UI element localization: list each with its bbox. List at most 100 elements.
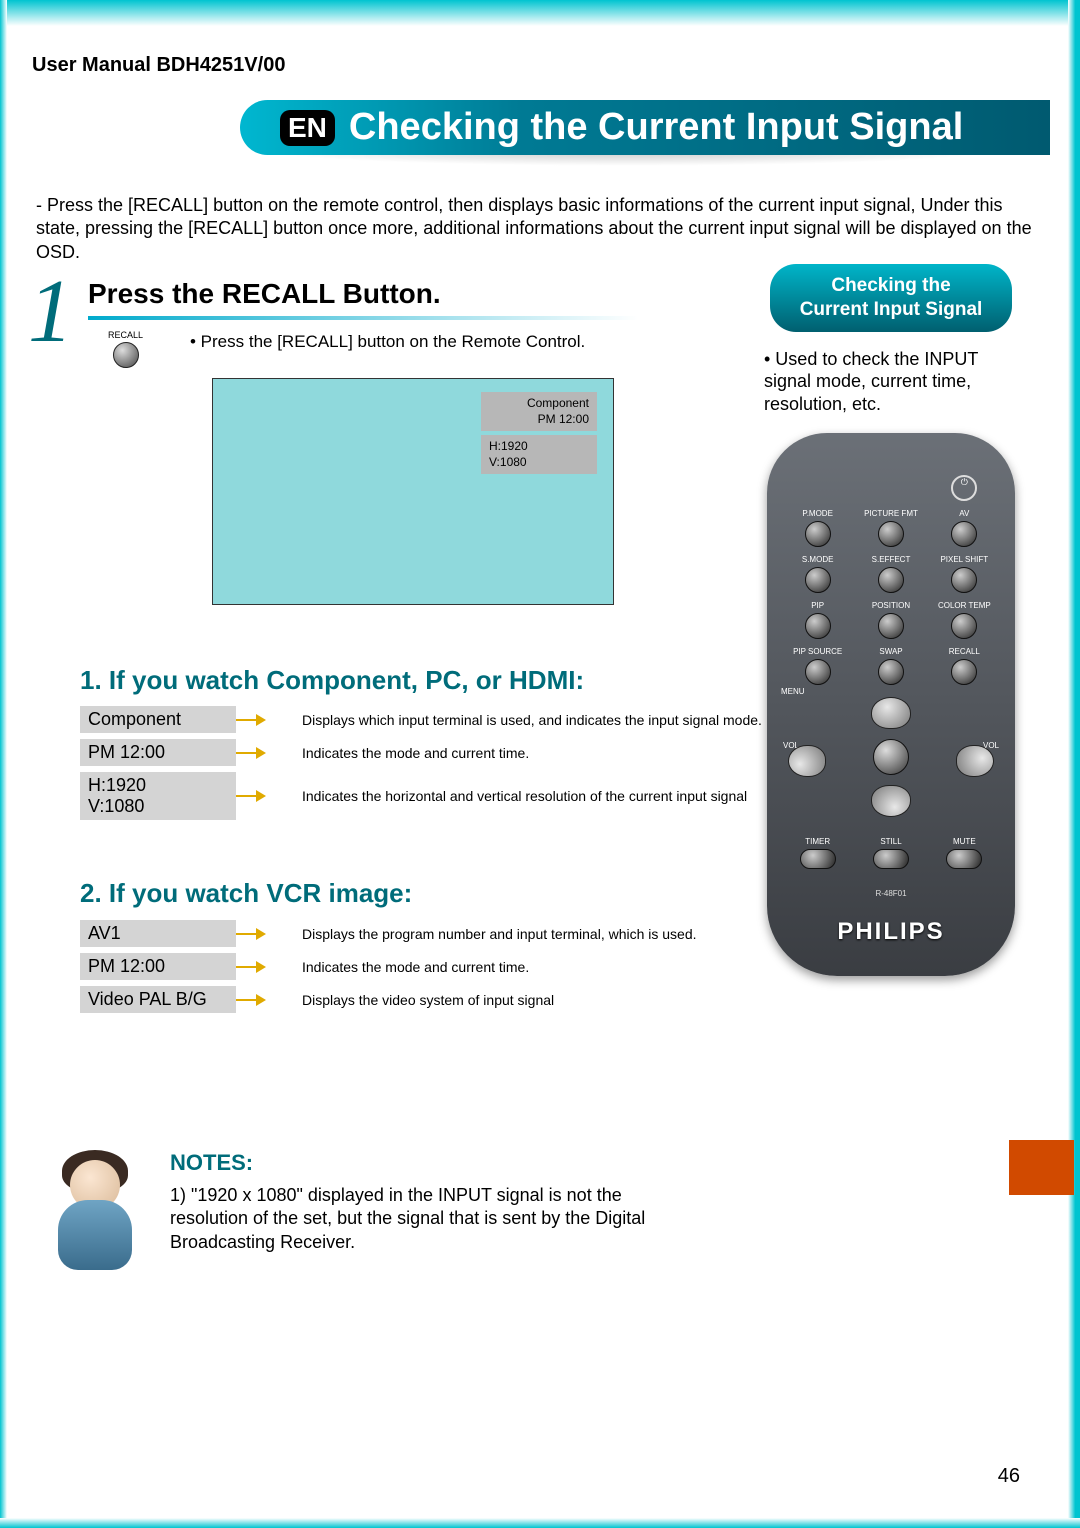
remote-btn-label: PIXEL SHIFT (928, 555, 1001, 565)
remote-btn-label: S.MODE (781, 555, 854, 565)
chip-vcr-time: PM 12:00 (80, 953, 236, 980)
remote-btn-swap (878, 659, 904, 685)
info-row: PM 12:00 Indicates the mode and current … (80, 953, 697, 980)
remote-btn-still (873, 849, 909, 869)
remote-menu-label: MENU (781, 687, 805, 696)
dpad-center-icon (873, 739, 909, 775)
chip-av1: AV1 (80, 920, 236, 947)
notes-text: 1) "1920 x 1080" displayed in the INPUT … (170, 1184, 660, 1254)
step-instruction: • Press the [RECALL] button on the Remot… (190, 332, 620, 352)
arrow-icon (256, 994, 266, 1006)
info-row: Video PAL B/G Displays the video system … (80, 986, 697, 1013)
notes-area: NOTES: 1) "1920 x 1080" displayed in the… (40, 1150, 660, 1270)
remote-btn-pip (805, 613, 831, 639)
remote-btn-label: COLOR TEMP (928, 601, 1001, 611)
remote-spacer (781, 463, 854, 501)
desc-video-system: Displays the video system of input signa… (302, 992, 554, 1008)
arrow-icon (256, 714, 266, 726)
left-edge-decoration (0, 0, 7, 1528)
arrow-icon (256, 928, 266, 940)
remote-btn-recall (951, 659, 977, 685)
sidebar-desc: • Used to check the INPUT signal mode, c… (746, 348, 1036, 434)
info-block-vcr: AV1 Displays the program number and inpu… (80, 920, 697, 1019)
sidebar: Checking the Current Input Signal • Used… (746, 264, 1036, 976)
remote-btn-pixelshift (951, 567, 977, 593)
osd-hres-label: H:1920 (489, 439, 589, 455)
remote-btn-pmode (805, 521, 831, 547)
osd-info-top: Component PM 12:00 (481, 392, 597, 431)
remote-btn-label: PIP (781, 601, 854, 611)
right-edge-decoration (1068, 0, 1080, 1528)
info-row: PM 12:00 Indicates the mode and current … (80, 739, 762, 766)
remote-btn-position (878, 613, 904, 639)
figure-body (58, 1200, 132, 1270)
dpad-down-icon (871, 785, 911, 817)
osd-info-bottom: H:1920 V:1080 (481, 435, 597, 474)
remote-btn-label: AV (928, 509, 1001, 519)
sidebar-badge-line2: Current Input Signal (776, 298, 1006, 322)
osd-time-label: PM 12:00 (489, 412, 589, 428)
remote-btn-label: PICTURE FMT (854, 509, 927, 519)
top-edge-decoration (0, 0, 1080, 26)
section-heading-vcr: 2. If you watch VCR image: (80, 878, 412, 909)
recall-button-label: RECALL (108, 330, 143, 340)
remote-btn-av (951, 521, 977, 547)
dpad-left-icon (788, 745, 826, 777)
step-number: 1 (28, 260, 73, 363)
remote-btn-timer (800, 849, 836, 869)
remote-btn-seffect (878, 567, 904, 593)
manual-id: User Manual BDH4251V/00 (32, 54, 285, 77)
chip-time: PM 12:00 (80, 739, 236, 766)
remote-control-illustration: ⏻ P.MODE PICTURE FMT AV S.MODE S.EFFECT … (767, 433, 1015, 976)
remote-btn-label: MUTE (928, 837, 1001, 847)
remote-btn-picturefmt (878, 521, 904, 547)
chip-video-system: Video PAL B/G (80, 986, 236, 1013)
notes-title: NOTES: (170, 1150, 660, 1176)
brand-label: PHILIPS (781, 918, 1001, 946)
chip-resolution: H:1920 V:1080 (80, 772, 236, 820)
recall-button-illustration: RECALL (108, 330, 143, 368)
dpad-right-icon (956, 745, 994, 777)
info-block-component: Component Displays which input terminal … (80, 706, 762, 826)
chip-component: Component (80, 706, 236, 733)
remote-btn-label: S.EFFECT (854, 555, 927, 565)
page-tab-marker (1009, 1140, 1074, 1195)
remote-btn-label: POSITION (854, 601, 927, 611)
page-number: 46 (998, 1465, 1020, 1488)
tv-screen-mock: Component PM 12:00 H:1920 V:1080 (212, 378, 614, 605)
step-heading-underline (88, 316, 638, 320)
remote-model-label: R-48F01 (781, 889, 1001, 898)
intro-text: - Press the [RECALL] button on the remot… (36, 194, 1044, 264)
page-title: Checking the Current Input Signal (349, 106, 963, 149)
remote-btn-label: RECALL (928, 647, 1001, 657)
remote-btn-smode (805, 567, 831, 593)
remote-btn-label: PIP SOURCE (781, 647, 854, 657)
remote-btn-pipsource (805, 659, 831, 685)
section-heading-component: 1. If you watch Component, PC, or HDMI: (80, 665, 584, 696)
remote-dpad: MENU VOL VOL (781, 697, 1001, 817)
remote-btn-colortemp (951, 613, 977, 639)
desc-vcr-time: Indicates the mode and current time. (302, 959, 529, 975)
desc-resolution: Indicates the horizontal and vertical re… (302, 788, 747, 804)
notes-figure-illustration (40, 1150, 150, 1270)
sidebar-badge-line1: Checking the (776, 274, 1006, 298)
desc-component: Displays which input terminal is used, a… (302, 712, 762, 728)
page-title-banner: EN Checking the Current Input Signal (240, 100, 1050, 155)
remote-power-cell: ⏻ (928, 463, 1001, 501)
bottom-edge-decoration (0, 1518, 1080, 1528)
arrow-icon (256, 747, 266, 759)
power-icon: ⏻ (951, 475, 977, 501)
recall-button-icon (113, 342, 139, 368)
info-row: AV1 Displays the program number and inpu… (80, 920, 697, 947)
dpad-up-icon (871, 697, 911, 729)
arrow-icon (256, 790, 266, 802)
remote-spacer (854, 463, 927, 501)
desc-time: Indicates the mode and current time. (302, 745, 529, 761)
language-badge: EN (280, 110, 335, 146)
remote-btn-label: SWAP (854, 647, 927, 657)
remote-btn-label: P.MODE (781, 509, 854, 519)
info-row: Component Displays which input terminal … (80, 706, 762, 733)
arrow-icon (256, 961, 266, 973)
remote-btn-label: STILL (854, 837, 927, 847)
remote-btn-label: TIMER (781, 837, 854, 847)
